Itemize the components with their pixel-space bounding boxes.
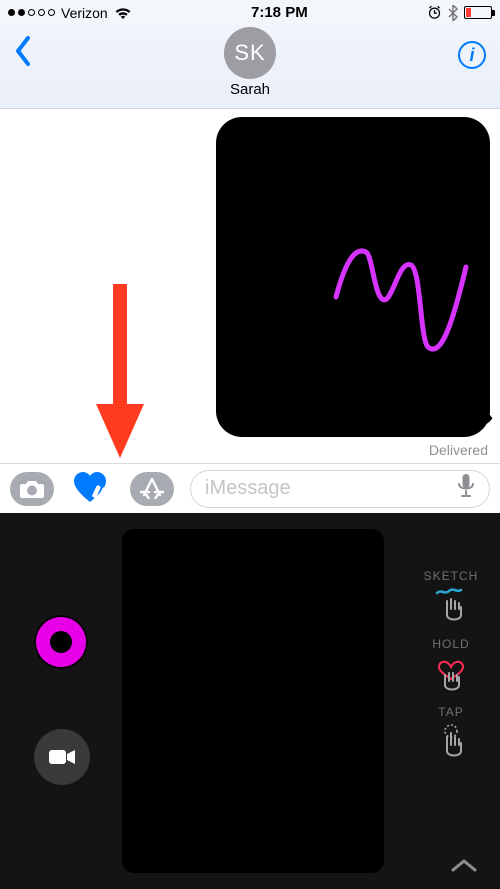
camera-button[interactable] (10, 472, 54, 506)
video-camera-icon (48, 748, 76, 766)
wifi-icon (114, 6, 132, 20)
hint-sketch-label: SKETCH (424, 569, 479, 583)
chevron-left-icon (14, 35, 32, 67)
hint-tap-label: TAP (438, 705, 463, 719)
hold-hand-icon (429, 655, 473, 695)
dictation-button[interactable] (457, 473, 475, 505)
hint-sketch: SKETCH (424, 569, 479, 627)
clock: 7:18 PM (251, 4, 308, 21)
digital-touch-button[interactable] (70, 472, 114, 506)
microphone-icon (457, 473, 475, 499)
sketch-hand-icon (429, 587, 473, 627)
delivery-status: Delivered (429, 442, 488, 458)
placeholder: iMessage (205, 477, 291, 500)
contact-header[interactable]: SK Sarah (224, 27, 276, 98)
bluetooth-icon (448, 5, 458, 21)
alarm-icon (427, 5, 442, 20)
battery-icon (464, 6, 492, 19)
contact-name: Sarah (230, 81, 270, 98)
tap-hand-icon (429, 723, 473, 763)
message-input[interactable]: iMessage (190, 470, 490, 508)
status-bar: Verizon 7:18 PM (0, 0, 500, 25)
camera-icon (19, 479, 45, 499)
heart-fingers-icon (72, 472, 112, 506)
screen: Verizon 7:18 PM SK Sarah i Delivered (0, 0, 500, 889)
chat-area[interactable]: Delivered (0, 109, 500, 463)
hint-tap: TAP (429, 705, 473, 763)
digital-touch-sketch-icon (216, 117, 490, 437)
avatar: SK (224, 27, 276, 79)
info-icon: i (469, 45, 474, 66)
status-right (427, 5, 492, 21)
message-bubble[interactable] (216, 117, 490, 437)
hint-hold: HOLD (429, 637, 473, 695)
chevron-up-icon (450, 858, 478, 874)
expand-button[interactable] (450, 858, 478, 879)
video-record-button[interactable] (34, 729, 90, 785)
info-button[interactable]: i (458, 41, 486, 69)
nav-header: SK Sarah i (0, 25, 500, 109)
digital-touch-panel: SKETCH HOLD TAP (0, 513, 500, 889)
app-store-icon (140, 478, 164, 500)
toolbar: iMessage (0, 463, 500, 513)
color-picker-button[interactable] (34, 615, 88, 669)
app-store-button[interactable] (130, 472, 174, 506)
drawing-canvas[interactable] (122, 529, 384, 873)
carrier-label: Verizon (61, 5, 108, 21)
status-left: Verizon (8, 5, 132, 21)
hint-hold-label: HOLD (432, 637, 469, 651)
back-button[interactable] (14, 35, 32, 74)
gesture-hints: SKETCH HOLD TAP (410, 569, 492, 763)
message-input-wrap: iMessage (190, 470, 490, 508)
signal-strength-icon (8, 9, 55, 16)
